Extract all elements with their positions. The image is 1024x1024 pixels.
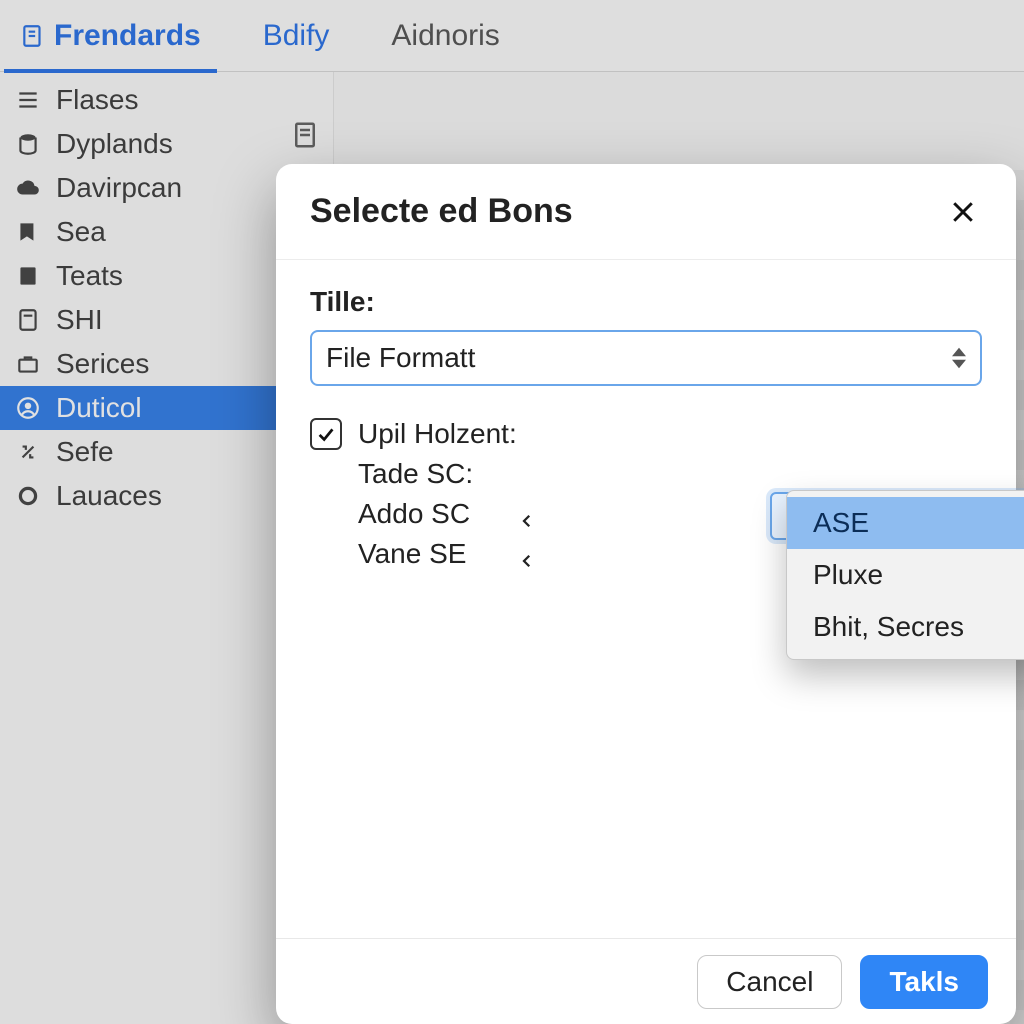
sidebar-item-label: Lauaces	[56, 480, 162, 512]
dropdown-option-pluxe[interactable]: Pluxe	[787, 549, 1024, 601]
row-tade-sc: Tade SC:	[358, 454, 536, 494]
arrows-icon	[14, 438, 42, 466]
dialog-footer: Cancel Takls	[276, 938, 1016, 1024]
dropdown-option-ase[interactable]: ASE	[787, 497, 1024, 549]
chevron-left-icon	[518, 545, 536, 563]
tab-frendards[interactable]: Frendards	[10, 13, 211, 59]
dialog-header: Selecte ed Bons	[276, 164, 1016, 260]
sidebar-item-label: Dyplands	[56, 128, 173, 160]
sidebar-item-label: Flases	[56, 84, 138, 116]
dropdown-option-label: Pluxe	[813, 559, 883, 591]
sidebar-item-label: Serices	[56, 348, 149, 380]
dropdown-option-label: ASE	[813, 507, 869, 539]
dialog-title: Selecte ed Bons	[310, 192, 573, 231]
briefcase-icon	[14, 350, 42, 378]
tab-label: Bdify	[263, 19, 330, 53]
book-icon	[14, 262, 42, 290]
top-tabs: Frendards Bdify Aidnoris	[0, 0, 1024, 72]
field-value: File Formatt	[326, 342, 475, 374]
tab-bdify[interactable]: Bdify	[253, 13, 340, 59]
button-label: Takls	[889, 966, 959, 998]
bookmark-icon	[14, 218, 42, 246]
row-label: Vane SE	[358, 538, 508, 570]
sidebar-item-label: SHI	[56, 304, 103, 336]
sidebar-item-dyplands[interactable]: Dyplands	[0, 122, 333, 166]
sidebar-item-label: Davirpcan	[56, 172, 182, 204]
checkbox-upil-holzent[interactable]	[310, 418, 342, 450]
row-label: Tade SC:	[358, 458, 508, 490]
tab-aidnoris[interactable]: Aidnoris	[381, 13, 509, 59]
tab-label: Aidnoris	[391, 19, 499, 53]
button-label: Cancel	[726, 966, 813, 998]
list-icon	[14, 86, 42, 114]
cloud-icon	[14, 174, 42, 202]
close-button[interactable]	[944, 193, 982, 231]
sidebar-item-flases[interactable]: Flases	[0, 78, 333, 122]
cylinder-icon	[14, 130, 42, 158]
sub-rows: Upil Holzent: Tade SC: Addo SC Vane SE	[358, 414, 536, 574]
row-upil-holzent: Upil Holzent:	[358, 414, 536, 454]
dropdown-list: ASE Pluxe Bhit, Secres	[786, 490, 1024, 660]
sidebar-item-label: Sea	[56, 216, 106, 248]
checkbox-label: Upil Holzent:	[358, 418, 517, 450]
sidebar-item-label: Duticol	[56, 392, 142, 424]
document-icon	[290, 120, 320, 155]
row-addo-sc: Addo SC	[358, 494, 536, 534]
ring-icon	[14, 482, 42, 510]
tab-label: Frendards	[54, 19, 201, 53]
field-label-tille: Tille:	[310, 286, 982, 318]
row-label: Addo SC	[358, 498, 508, 530]
sidebar-item-label: Teats	[56, 260, 123, 292]
sidebar-item-label: Sefe	[56, 436, 114, 468]
field-input-tille[interactable]: File Formatt	[310, 330, 982, 386]
dropdown-option-bhit-secres[interactable]: Bhit, Secres	[787, 601, 1024, 653]
tab-document-icon	[20, 23, 46, 49]
dialog-body: Tille: File Formatt Upil Holzent: Tade S…	[276, 260, 1016, 938]
confirm-button[interactable]: Takls	[860, 955, 988, 1009]
row-vane-se: Vane SE	[358, 534, 536, 574]
calculator-icon	[14, 306, 42, 334]
dialog: Selecte ed Bons Tille: File Formatt Upil…	[276, 164, 1016, 1024]
dropdown-option-label: Bhit, Secres	[813, 611, 964, 643]
chevron-left-icon	[518, 505, 536, 523]
circle-user-icon	[14, 394, 42, 422]
cancel-button[interactable]: Cancel	[697, 955, 842, 1009]
stepper-icon[interactable]	[952, 347, 966, 369]
